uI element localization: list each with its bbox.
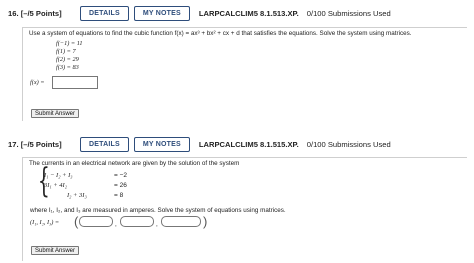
system-equation-1-rhs: = −2 bbox=[114, 172, 128, 179]
problem-code: LARPCALCLIM5 8.1.515.XP. bbox=[198, 139, 299, 149]
close-paren: ) bbox=[203, 214, 208, 229]
question-17-prompt: The currents in an electrical network ar… bbox=[29, 160, 240, 167]
condition-2: f(1) = 7 bbox=[56, 48, 76, 55]
question-17-header: 17. [–/5 Points] DETAILS MY NOTES LARPCA… bbox=[0, 133, 474, 155]
fx-answer-input[interactable] bbox=[52, 76, 98, 89]
question-number: 17. bbox=[8, 139, 19, 149]
system-equation-3-lhs: I₂ + 3I₃ bbox=[67, 192, 87, 199]
my-notes-button[interactable]: MY NOTES bbox=[133, 5, 190, 21]
details-button[interactable]: DETAILS bbox=[80, 136, 129, 152]
left-brace: { bbox=[37, 161, 50, 201]
submit-answer-button[interactable]: Submit Answer bbox=[31, 246, 80, 255]
system-equation-3-rhs: = 8 bbox=[114, 192, 124, 199]
condition-1: f(−1) = 11 bbox=[56, 40, 83, 47]
details-button[interactable]: DETAILS bbox=[80, 5, 129, 21]
submit-answer-button[interactable]: Submit Answer bbox=[31, 109, 80, 118]
tuple-label: (I₁, I₂, I₃) = bbox=[30, 219, 60, 226]
system-equation-1-lhs: I₁ − I₂ + I₃ bbox=[44, 172, 73, 179]
question-17-points: 17. [–/5 Points] bbox=[8, 140, 68, 149]
question-16-prompt: Use a system of equations to find the cu… bbox=[29, 30, 412, 37]
comma-2: , bbox=[156, 221, 158, 228]
condition-4: f(3) = 83 bbox=[56, 64, 79, 71]
open-paren: ( bbox=[74, 214, 79, 229]
where-text: where I₁, I₂, and I₃ are measured in amp… bbox=[30, 207, 286, 214]
question-number: 16. bbox=[8, 8, 19, 18]
my-notes-button[interactable]: MY NOTES bbox=[133, 136, 190, 152]
points-label: [–/5 Points] bbox=[20, 139, 62, 149]
system-equation-2-rhs: = 26 bbox=[114, 182, 127, 189]
i3-answer-input[interactable] bbox=[161, 216, 201, 227]
question-16-header: 16. [–/5 Points] DETAILS MY NOTES LARPCA… bbox=[0, 2, 474, 24]
condition-3: f(2) = 29 bbox=[56, 56, 79, 63]
question-16-body bbox=[22, 27, 467, 121]
system-equation-2-lhs: 3I₁ + 4I₂ bbox=[44, 182, 67, 189]
i2-answer-input[interactable] bbox=[120, 216, 154, 227]
submissions-used: 0/100 Submissions Used bbox=[306, 8, 391, 18]
i1-answer-input[interactable] bbox=[79, 216, 113, 227]
points-label: [–/5 Points] bbox=[20, 8, 62, 18]
question-16-points: 16. [–/5 Points] bbox=[8, 9, 68, 18]
answer-label: f(x) = bbox=[30, 79, 45, 86]
submissions-used: 0/100 Submissions Used bbox=[306, 139, 391, 149]
problem-code: LARPCALCLIM5 8.1.513.XP. bbox=[198, 8, 299, 18]
comma-1: , bbox=[115, 221, 117, 228]
